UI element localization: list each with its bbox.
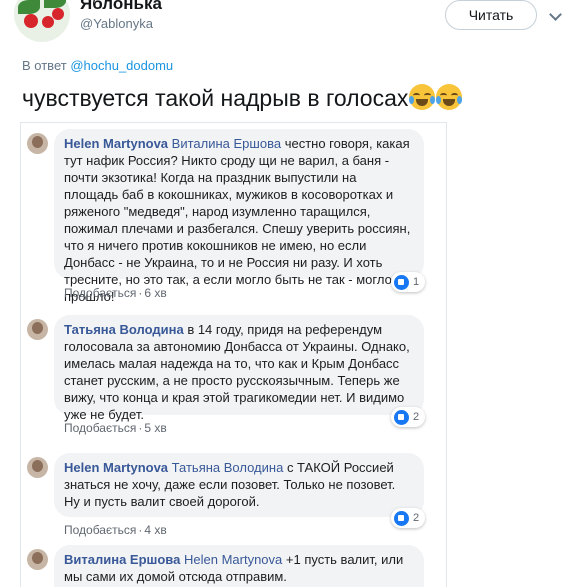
leaf-shape — [18, 0, 40, 14]
display-name[interactable]: Яблонька — [80, 0, 162, 14]
reaction-count[interactable]: 2 — [391, 407, 426, 427]
commenter-avatar[interactable] — [27, 457, 48, 478]
comment-author[interactable]: Helen Martynova — [64, 460, 168, 475]
comment-mention[interactable]: Татьяна Володина — [172, 460, 284, 475]
reaction-count[interactable]: 2 — [391, 508, 426, 528]
comment-text: в 14 году, придя на референдум голосовал… — [64, 322, 410, 422]
reply-context: В ответ @hochu_dodomu — [22, 58, 173, 73]
reaction-count[interactable]: 1 — [391, 272, 426, 292]
tweet-body: чувствуется такой надрыв в голосах — [22, 85, 409, 111]
comment-actions: Подобається · 5 хв — [64, 421, 167, 435]
like-icon — [394, 409, 409, 425]
comment-bubble: Helen Martynova Виталина Ершова честно г… — [54, 129, 424, 304]
user-handle[interactable]: @Yablonyka — [80, 16, 153, 31]
comment-actions: Подобається · 4 хв — [64, 523, 167, 537]
apple-shape — [24, 14, 38, 28]
tweet-header: Яблонька @Yablonyka Читать — [0, 0, 571, 50]
reply-prefix: В ответ — [22, 58, 67, 73]
comment-bubble: Helen Martynova Татьяна Володина с ТАКОЙ… — [54, 453, 424, 517]
comment-bubble: Татьяна Володина в 14 году, придя на реф… — [54, 315, 424, 422]
like-link[interactable]: Подобається — [64, 421, 136, 435]
like-icon — [394, 274, 409, 290]
like-link[interactable]: Подобається — [64, 523, 136, 537]
comment-time: 5 хв — [144, 421, 167, 435]
embedded-facebook-screenshot: Helen Martynova Виталина Ершова честно г… — [20, 122, 447, 587]
comment-mention[interactable]: Helen Martynova — [184, 552, 282, 567]
comment-time: 6 хв — [144, 286, 167, 300]
commenter-avatar[interactable] — [27, 319, 48, 340]
tweet-text: чувствуется такой надрыв в голосах — [22, 84, 463, 112]
reply-mention-link[interactable]: @hochu_dodomu — [70, 58, 173, 73]
reaction-number: 2 — [413, 411, 420, 423]
apple-shape — [52, 8, 64, 20]
comment-bubble: Виталина Ершова Helen Martynova +1 пусть… — [54, 545, 424, 587]
follow-button[interactable]: Читать — [445, 0, 537, 30]
like-icon — [394, 510, 409, 526]
reaction-number: 1 — [413, 276, 420, 288]
like-link[interactable]: Подобається — [64, 286, 136, 300]
reaction-number: 2 — [413, 512, 420, 524]
leaf-shape — [44, 0, 66, 8]
apple-shape — [42, 16, 54, 28]
commenter-avatar[interactable] — [27, 133, 48, 154]
commenter-avatar[interactable] — [27, 549, 48, 570]
comment-actions: Подобається · 6 хв — [64, 286, 167, 300]
face-with-tears-of-joy-icon — [409, 84, 436, 110]
comment-text: честно говоря, какая тут нафик Россия? Н… — [64, 136, 414, 304]
comment-mention[interactable]: Виталина Ершова — [172, 136, 281, 151]
chevron-down-icon[interactable] — [549, 8, 562, 21]
face-with-tears-of-joy-icon — [436, 84, 463, 110]
comment-time: 4 хв — [144, 523, 167, 537]
comment-author[interactable]: Helen Martynova — [64, 136, 168, 151]
comment-author[interactable]: Виталина Ершова — [64, 552, 180, 567]
user-avatar[interactable] — [14, 0, 70, 42]
comment-author[interactable]: Татьяна Володина — [64, 322, 184, 337]
